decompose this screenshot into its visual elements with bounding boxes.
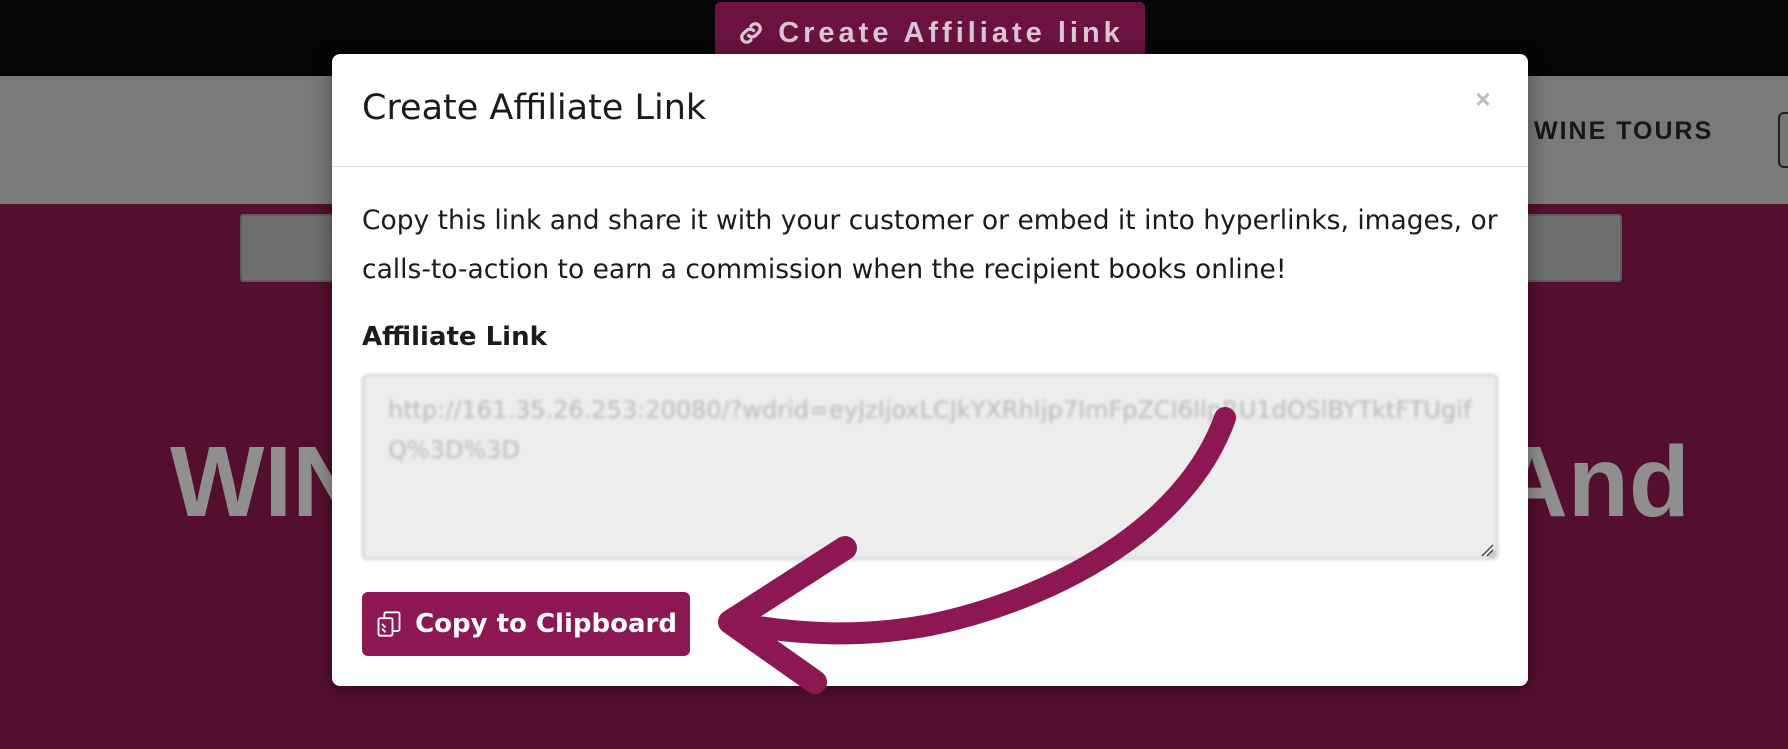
modal-header: Create Affiliate Link × bbox=[332, 54, 1528, 167]
clipboard-copy-icon bbox=[377, 611, 401, 637]
close-icon: × bbox=[1475, 84, 1491, 114]
resize-grip-icon[interactable] bbox=[1480, 543, 1494, 557]
copy-to-clipboard-label: Copy to Clipboard bbox=[415, 609, 677, 639]
affiliate-link-label: Affiliate Link bbox=[362, 322, 547, 352]
nav-item-wine-tours[interactable]: WINE TOURS bbox=[1534, 117, 1713, 146]
close-button[interactable]: × bbox=[1468, 84, 1498, 114]
nav-edge-control[interactable] bbox=[1778, 112, 1788, 168]
link-icon bbox=[740, 22, 763, 44]
affiliate-link-textarea[interactable]: http://161.35.26.253:20080/?wdrid=eyJzIj… bbox=[362, 374, 1498, 560]
modal-description: Copy this link and share it with your cu… bbox=[362, 205, 1498, 285]
create-affiliate-link-label: Create Affiliate link bbox=[778, 16, 1124, 49]
copy-to-clipboard-button[interactable]: Copy to Clipboard bbox=[362, 592, 690, 656]
affiliate-link-modal: Create Affiliate Link × Copy this link a… bbox=[332, 54, 1528, 686]
modal-title: Create Affiliate Link bbox=[362, 88, 707, 128]
